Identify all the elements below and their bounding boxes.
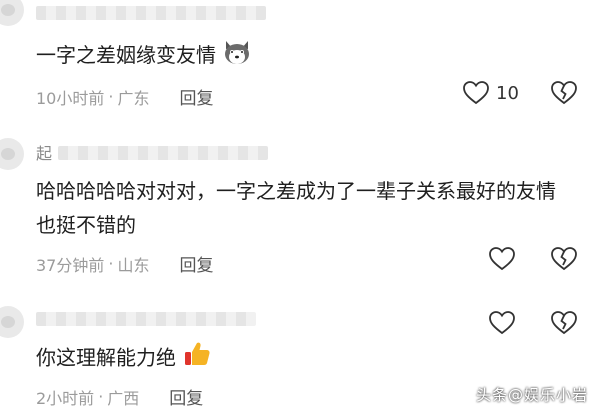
- meta-separator: ·: [108, 87, 114, 106]
- watermark: 头条@娱乐小岩: [475, 386, 588, 404]
- heart-icon: [488, 246, 516, 272]
- heart-icon: [488, 310, 516, 336]
- heart-icon: [462, 80, 490, 106]
- comment-item: 一字之差姻缘变友情 10小时前 · 广东 回复 10: [0, 0, 600, 120]
- comment-location: 广东: [117, 88, 150, 108]
- broken-heart-icon: [550, 80, 578, 106]
- reply-button[interactable]: 回复: [179, 251, 213, 276]
- comment-username[interactable]: 起: [36, 140, 53, 164]
- comment-time: 10小时前: [36, 88, 105, 108]
- comment-location: 广西: [107, 388, 140, 408]
- reply-button[interactable]: 回复: [169, 384, 203, 409]
- avatar[interactable]: [0, 306, 24, 338]
- dislike-button[interactable]: [550, 310, 578, 336]
- dislike-button[interactable]: [550, 246, 578, 272]
- avatar[interactable]: [0, 138, 24, 170]
- broken-heart-icon: [550, 310, 578, 336]
- comment-item: 起 哈哈哈哈哈对对对，一字之差成为了一辈子关系最好的友情也挺不错的 37分钟前 …: [0, 126, 600, 286]
- comment-meta: 2小时前 · 广西 回复: [36, 384, 203, 409]
- like-count: 10: [496, 82, 519, 104]
- like-button[interactable]: [488, 310, 516, 336]
- like-button[interactable]: 10: [462, 80, 519, 106]
- blurred-username: [58, 146, 268, 160]
- blurred-username: [36, 6, 266, 20]
- avatar[interactable]: [0, 0, 24, 26]
- broken-heart-icon: [550, 246, 578, 272]
- comment-text: 哈哈哈哈哈对对对，一字之差成为了一辈子关系最好的友情也挺不错的: [36, 179, 556, 237]
- comment-text: 一字之差姻缘变友情: [36, 38, 556, 75]
- comment-location: 山东: [117, 255, 150, 275]
- reply-button[interactable]: 回复: [179, 84, 213, 109]
- comment-time: 2小时前: [36, 388, 95, 408]
- blurred-username: [36, 312, 256, 326]
- like-button[interactable]: [488, 246, 516, 272]
- comment-time: 37分钟前: [36, 255, 105, 275]
- husky-emoji-icon: [222, 39, 252, 75]
- comment-text: 你这理解能力绝: [36, 340, 556, 378]
- dislike-button[interactable]: [550, 80, 578, 106]
- meta-separator: ·: [108, 254, 114, 273]
- thumbs-up-emoji-icon: [182, 340, 212, 378]
- meta-separator: ·: [98, 387, 104, 406]
- comment-meta: 37分钟前 · 山东 回复: [36, 251, 213, 276]
- comment-meta: 10小时前 · 广东 回复: [36, 84, 213, 109]
